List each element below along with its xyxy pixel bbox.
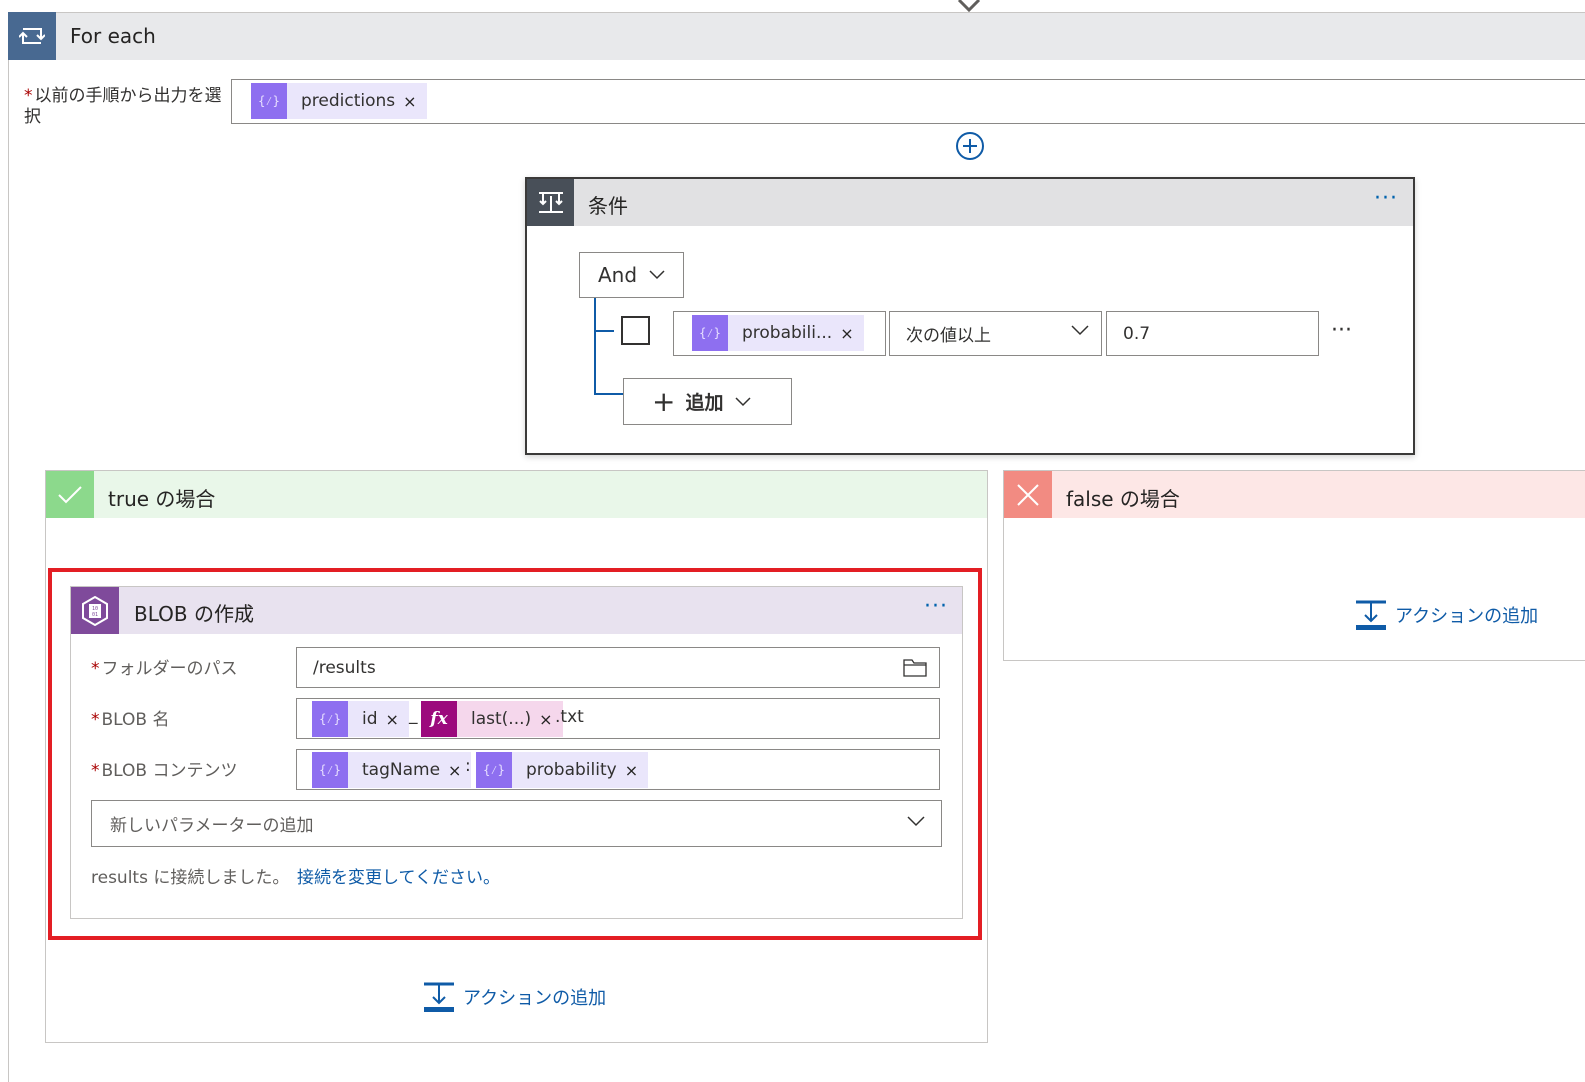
loop-icon — [8, 12, 56, 60]
highlight-box — [48, 568, 982, 940]
cross-icon — [1004, 471, 1052, 518]
condition-menu-icon[interactable]: ··· — [1374, 186, 1398, 211]
true-add-action-button[interactable]: アクションの追加 — [423, 981, 606, 1013]
false-branch-title: false の場合 — [1066, 487, 1180, 511]
chevron-down-icon — [735, 396, 752, 406]
dynamic-content-icon: {⁄} — [692, 315, 728, 351]
plus-icon: + — [652, 384, 676, 418]
foreach-title: For each — [70, 24, 156, 48]
select-output-label-text: 以前の手順から出力を選択 — [24, 86, 222, 127]
token-remove-icon[interactable]: × — [840, 324, 863, 343]
tree-line — [594, 330, 614, 332]
tree-line — [594, 393, 624, 395]
false-add-action-button[interactable]: アクションの追加 — [1355, 599, 1538, 631]
add-action-icon — [1356, 600, 1386, 630]
required-mark: * — [24, 86, 33, 106]
row-menu-icon[interactable]: ··· — [1331, 318, 1352, 343]
select-output-label: * 以前の手順から出力を選択 — [24, 86, 224, 128]
group-operator-dropdown[interactable]: And — [579, 252, 684, 298]
tree-line — [594, 298, 596, 395]
add-button-label: 追加 — [685, 392, 724, 414]
operator-label: 次の値以上 — [906, 326, 991, 346]
condition-value: 0.7 — [1123, 323, 1151, 344]
condition-left-operand[interactable]: {⁄} probabili... × — [673, 311, 886, 356]
chevron-down-icon — [649, 270, 665, 280]
checkmark-icon — [46, 471, 94, 518]
condition-icon — [527, 179, 574, 226]
predictions-token[interactable]: {⁄} predictions × — [251, 83, 427, 119]
true-branch-title: true の場合 — [108, 487, 216, 511]
add-action-label: アクションの追加 — [463, 988, 607, 1009]
token-label: predictions — [301, 91, 396, 111]
chevron-down-icon — [1071, 325, 1089, 336]
add-condition-button[interactable]: + 追加 — [623, 378, 792, 425]
foreach-header[interactable] — [8, 12, 1585, 60]
add-action-label: アクションの追加 — [1395, 606, 1539, 627]
dynamic-content-icon: {⁄} — [251, 83, 287, 119]
probability-token[interactable]: {⁄} probabili... × — [692, 315, 864, 351]
condition-value-input[interactable]: 0.7 — [1106, 311, 1319, 356]
token-label: probabili... — [742, 323, 833, 343]
group-operator-label: And — [598, 263, 638, 287]
condition-header[interactable] — [527, 179, 1413, 226]
add-action-icon — [424, 982, 454, 1012]
insert-step-plus-icon[interactable] — [955, 131, 985, 161]
row-checkbox[interactable] — [621, 316, 650, 345]
condition-operator-dropdown[interactable]: 次の値以上 — [889, 311, 1102, 356]
condition-title: 条件 — [588, 194, 628, 218]
token-remove-icon[interactable]: × — [403, 92, 426, 111]
select-output-input[interactable]: {⁄} predictions × — [231, 79, 1585, 124]
